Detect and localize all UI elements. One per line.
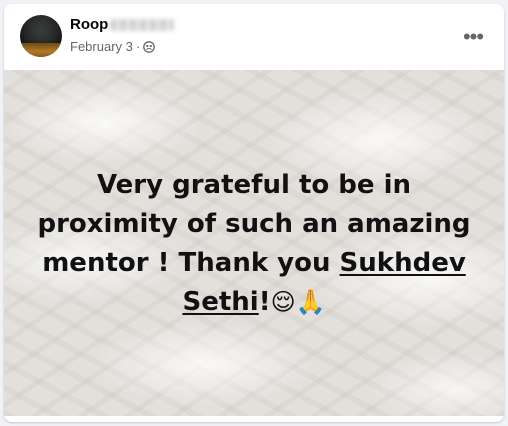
more-options-icon[interactable]: ••• [460,24,486,50]
meta-separator: · [135,39,141,54]
author-name-text[interactable]: Roop [70,16,108,33]
post-card: Roop February 3 · ••• Very grateful to b… [4,4,504,422]
post-background-image: Very grateful to be in proximity of such… [4,70,504,416]
redacted-name-blur [110,18,175,31]
author-name[interactable]: Roop [70,16,175,33]
avatar[interactable] [20,15,62,57]
post-meta: February 3 · [70,39,156,54]
friends-icon[interactable] [143,40,156,53]
post-text: Very grateful to be in proximity of such… [24,166,484,322]
relieved-praying-emoji: 😌🙏 [270,288,326,316]
post-text-exclamation: ! [258,287,271,317]
post-header: Roop February 3 · ••• [4,4,504,68]
post-date[interactable]: February 3 [70,39,133,54]
